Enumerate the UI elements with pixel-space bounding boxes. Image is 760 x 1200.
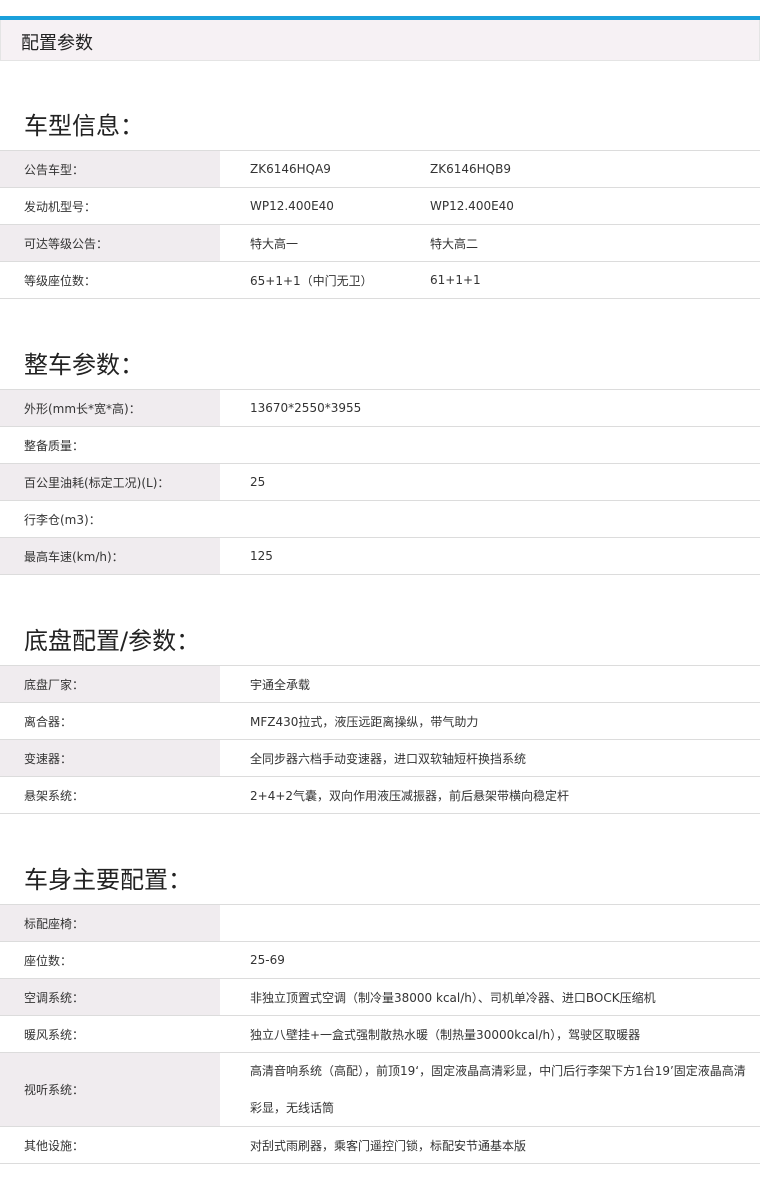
- row-label: 底盘厂家：: [0, 666, 220, 702]
- section-chassis: 底盘配置/参数： 底盘厂家： 宇通全承载 离合器： MFZ430拉式，液压远距离…: [0, 617, 760, 814]
- row-label: 离合器：: [0, 703, 220, 739]
- row-values: 特大高一 特大高二: [220, 225, 760, 261]
- section-title: 车型信息：: [24, 112, 144, 140]
- section-title: 底盘配置/参数：: [24, 627, 201, 655]
- table-row: 标配座椅：: [0, 905, 760, 942]
- row-values: 65+1+1（中门无卫） 61+1+1: [220, 262, 760, 298]
- spec-table: 公告车型： ZK6146HQA9 ZK6146HQB9 发动机型号： WP12.…: [0, 150, 760, 299]
- row-values: ZK6146HQA9 ZK6146HQB9: [220, 151, 760, 187]
- row-label: 行李仓(m3)：: [0, 501, 220, 537]
- table-row: 其他设施： 对刮式雨刷器，乘客门遥控门锁，标配安节通基本版: [0, 1127, 760, 1164]
- table-row: 外形(mm长*宽*高)： 13670*2550*3955: [0, 390, 760, 427]
- section-vehicle-params: 整车参数： 外形(mm长*宽*高)： 13670*2550*3955 整备质量：…: [0, 341, 760, 575]
- table-row: 行李仓(m3)：: [0, 501, 760, 538]
- row-label: 整备质量：: [0, 427, 220, 463]
- row-label: 公告车型：: [0, 151, 220, 187]
- row-label: 百公里油耗(标定工况)(L)：: [0, 464, 220, 500]
- row-value: 25: [250, 475, 266, 489]
- row-value: MFZ430拉式，液压远距离操纵，带气助力: [250, 714, 479, 729]
- section-title: 车身主要配置：: [24, 866, 192, 894]
- row-label: 最高车速(km/h)：: [0, 538, 220, 574]
- row-value: 13670*2550*3955: [250, 401, 362, 415]
- row-value: [220, 427, 760, 463]
- value-col1: 特大高一: [250, 236, 299, 251]
- row-label: 发动机型号：: [0, 188, 220, 224]
- row-value: 高清音响系统（高配），前顶19‘，固定液晶高清彩显，中门后行李架下方1台19’固…: [250, 1064, 746, 1115]
- table-row: 变速器： 全同步器六档手动变速器，进口双软轴短杆换挡系统: [0, 740, 760, 777]
- value-col1: 65+1+1（中门无卫）: [250, 273, 373, 288]
- row-label: 变速器：: [0, 740, 220, 776]
- row-value: 2+4+2气囊，双向作用液压减振器，前后悬架带横向稳定杆: [250, 788, 570, 803]
- row-value: [220, 905, 760, 941]
- table-row: 视听系统： 高清音响系统（高配），前顶19‘，固定液晶高清彩显，中门后行李架下方…: [0, 1053, 760, 1127]
- table-row: 底盘厂家： 宇通全承载: [0, 666, 760, 703]
- row-label: 可达等级公告：: [0, 225, 220, 261]
- row-values: WP12.400E40 WP12.400E40: [220, 188, 760, 224]
- row-label: 等级座位数：: [0, 262, 220, 298]
- table-row: 等级座位数： 65+1+1（中门无卫） 61+1+1: [0, 262, 760, 299]
- row-label: 悬架系统：: [0, 777, 220, 813]
- row-label: 视听系统：: [0, 1053, 220, 1126]
- table-row: 发动机型号： WP12.400E40 WP12.400E40: [0, 188, 760, 225]
- table-row: 空调系统： 非独立顶置式空调（制冷量38000 kcal/h）、司机单冷器、进口…: [0, 979, 760, 1016]
- section-title: 整车参数：: [24, 351, 144, 379]
- table-row: 可达等级公告： 特大高一 特大高二: [0, 225, 760, 262]
- spec-table: 底盘厂家： 宇通全承载 离合器： MFZ430拉式，液压远距离操纵，带气助力 变…: [0, 665, 760, 814]
- row-value: 25-69: [250, 953, 285, 967]
- row-value: 独立八壁挂+一盒式强制散热水暖（制热量30000kcal/h），驾驶区取暖器: [250, 1027, 641, 1042]
- row-value: 非独立顶置式空调（制冷量38000 kcal/h）、司机单冷器、进口BOCK压缩…: [250, 990, 656, 1005]
- row-label: 外形(mm长*宽*高)：: [0, 390, 220, 426]
- table-row: 公告车型： ZK6146HQA9 ZK6146HQB9: [0, 151, 760, 188]
- row-value: [220, 501, 760, 537]
- value-col2: 特大高二: [430, 236, 479, 251]
- table-row: 离合器： MFZ430拉式，液压远距离操纵，带气助力: [0, 703, 760, 740]
- value-col1: WP12.400E40: [250, 199, 334, 213]
- table-row: 最高车速(km/h)： 125: [0, 538, 760, 575]
- value-col2: WP12.400E40: [430, 199, 514, 213]
- section-body-config: 车身主要配置： 标配座椅： 座位数： 25-69 空调系统： 非独立顶置式空调（…: [0, 856, 760, 1164]
- row-label: 其他设施：: [0, 1127, 220, 1163]
- table-row: 悬架系统： 2+4+2气囊，双向作用液压减振器，前后悬架带横向稳定杆: [0, 777, 760, 814]
- row-label: 暖风系统：: [0, 1016, 220, 1052]
- section-vehicle-info: 车型信息： 公告车型： ZK6146HQA9 ZK6146HQB9 发动机型号：…: [0, 102, 760, 299]
- row-value: 对刮式雨刷器，乘客门遥控门锁，标配安节通基本版: [250, 1138, 527, 1153]
- table-row: 暖风系统： 独立八壁挂+一盒式强制散热水暖（制热量30000kcal/h），驾驶…: [0, 1016, 760, 1053]
- row-value: 125: [250, 549, 273, 563]
- row-label: 标配座椅：: [0, 905, 220, 941]
- page-title: 配置参数: [21, 33, 93, 54]
- table-row: 百公里油耗(标定工况)(L)： 25: [0, 464, 760, 501]
- row-value: 全同步器六档手动变速器，进口双软轴短杆换挡系统: [250, 751, 527, 766]
- spec-table: 标配座椅： 座位数： 25-69 空调系统： 非独立顶置式空调（制冷量38000…: [0, 904, 760, 1164]
- table-row: 整备质量：: [0, 427, 760, 464]
- value-col2: 61+1+1: [430, 273, 481, 287]
- value-col2: ZK6146HQB9: [430, 162, 511, 176]
- spec-table: 外形(mm长*宽*高)： 13670*2550*3955 整备质量： 百公里油耗…: [0, 389, 760, 575]
- row-label: 空调系统：: [0, 979, 220, 1015]
- table-row: 座位数： 25-69: [0, 942, 760, 979]
- value-col1: ZK6146HQA9: [250, 162, 331, 176]
- page-header: 配置参数: [0, 20, 760, 61]
- row-value: 宇通全承载: [250, 677, 311, 692]
- row-label: 座位数：: [0, 942, 220, 978]
